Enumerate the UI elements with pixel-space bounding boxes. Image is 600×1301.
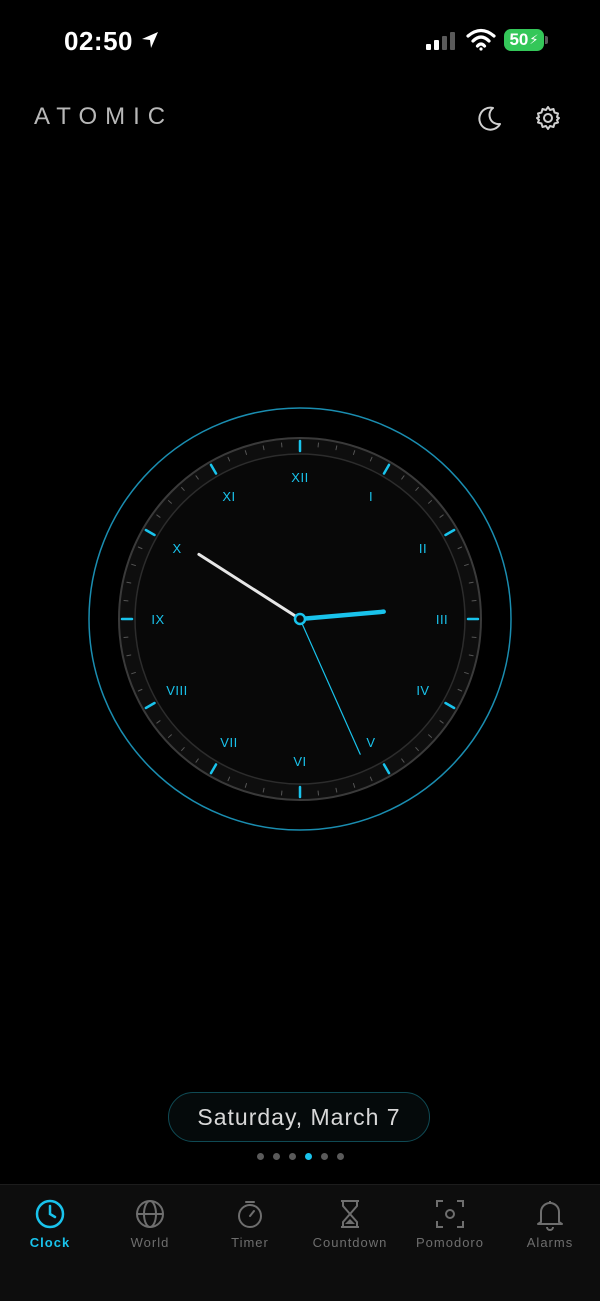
tab-label-countdown: Countdown bbox=[313, 1235, 388, 1250]
tab-label-world: World bbox=[131, 1235, 170, 1250]
clock-numeral: XI bbox=[222, 489, 235, 504]
date-display[interactable]: Saturday, March 7 bbox=[168, 1092, 430, 1142]
tab-countdown[interactable]: Countdown bbox=[300, 1185, 400, 1265]
tab-label-clock: Clock bbox=[30, 1235, 70, 1250]
clock-numeral: VI bbox=[293, 754, 306, 769]
page-dot[interactable] bbox=[273, 1153, 280, 1160]
tab-timer[interactable]: Timer bbox=[200, 1185, 300, 1265]
clock-numeral: IV bbox=[416, 683, 429, 698]
clock-numeral: VII bbox=[220, 735, 237, 750]
clock-numeral: I bbox=[369, 489, 373, 504]
tab-label-pomodoro: Pomodoro bbox=[416, 1235, 484, 1250]
clock-hub bbox=[295, 614, 305, 624]
clock-numeral: VIII bbox=[166, 683, 188, 698]
page-dot[interactable] bbox=[305, 1153, 312, 1160]
tab-label-timer: Timer bbox=[231, 1235, 269, 1250]
tab-label-alarms: Alarms bbox=[527, 1235, 573, 1250]
bell-icon bbox=[533, 1197, 567, 1231]
hourglass-icon bbox=[333, 1197, 367, 1231]
globe-icon bbox=[133, 1197, 167, 1231]
tab-alarms[interactable]: Alarms bbox=[500, 1185, 600, 1265]
focus-icon bbox=[433, 1197, 467, 1231]
page-dot[interactable] bbox=[257, 1153, 264, 1160]
stopwatch-icon bbox=[233, 1197, 267, 1231]
tab-pomodoro[interactable]: Pomodoro bbox=[400, 1185, 500, 1265]
page-dot[interactable] bbox=[321, 1153, 328, 1160]
page-dot[interactable] bbox=[337, 1153, 344, 1160]
clock-numeral: IX bbox=[151, 612, 164, 627]
clock-icon bbox=[33, 1197, 67, 1231]
clock-numeral: X bbox=[172, 541, 181, 556]
tab-clock[interactable]: Clock bbox=[0, 1185, 100, 1265]
page-dot[interactable] bbox=[289, 1153, 296, 1160]
clock-numeral: III bbox=[436, 612, 448, 627]
clock-numeral: V bbox=[366, 735, 375, 750]
clock-numeral: XII bbox=[291, 470, 308, 485]
tab-world[interactable]: World bbox=[100, 1185, 200, 1265]
tab-bar: Clock World Timer bbox=[0, 1184, 600, 1301]
page-indicator[interactable] bbox=[0, 1153, 600, 1163]
clock-numeral: II bbox=[419, 541, 427, 556]
